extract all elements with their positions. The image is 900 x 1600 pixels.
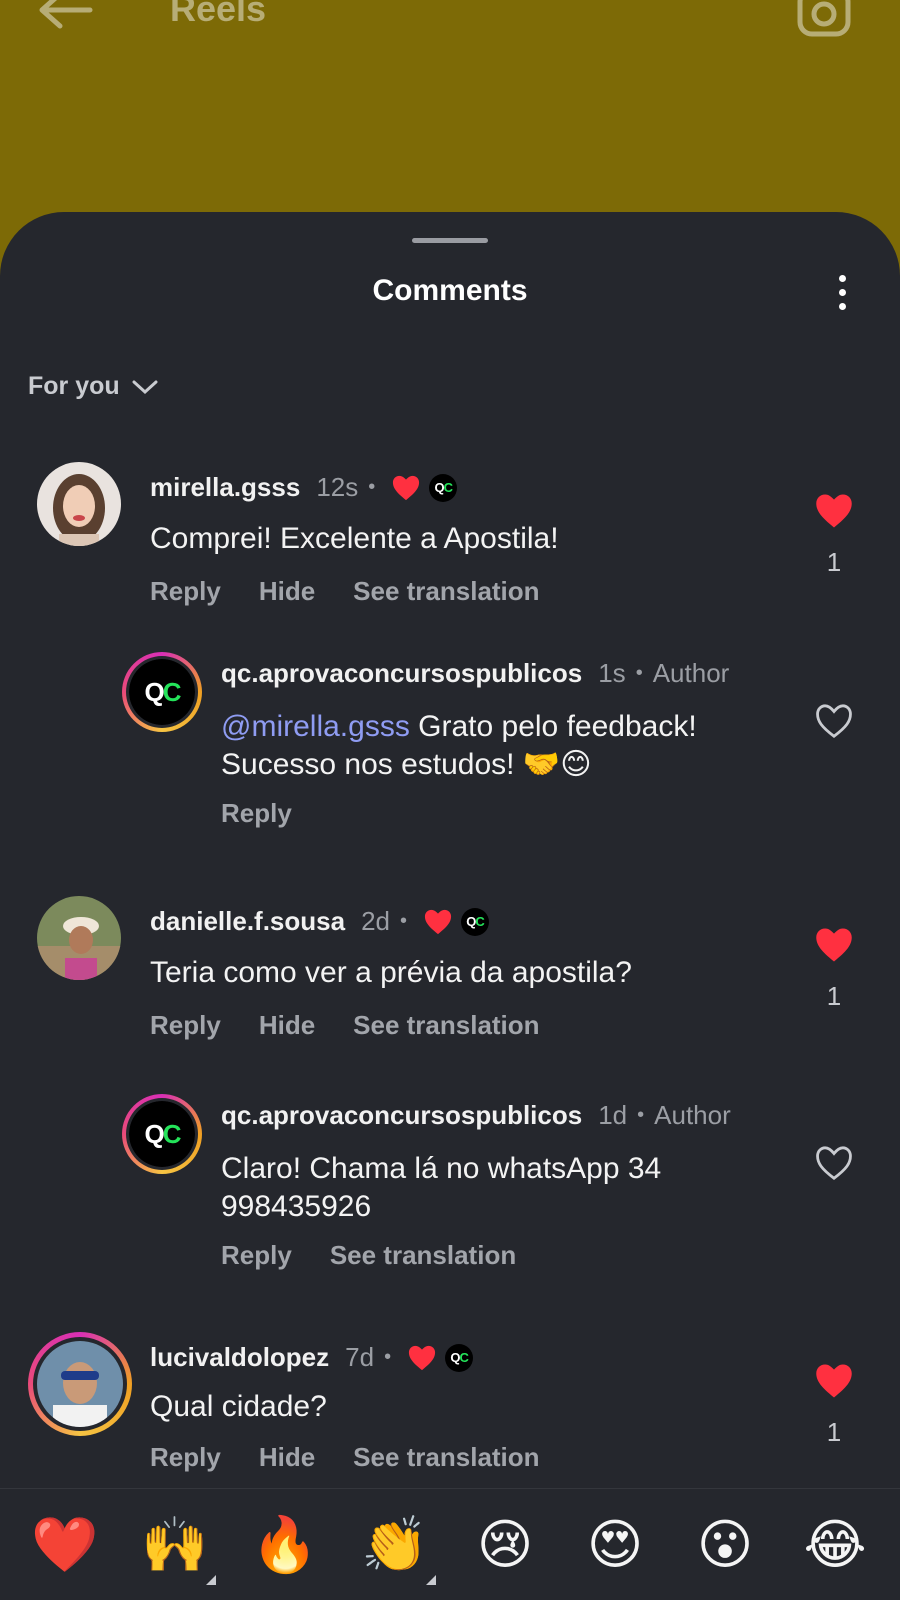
comment-time: 2d <box>361 906 390 936</box>
chevron-down-icon <box>132 380 158 394</box>
comment-username[interactable]: lucivaldolopez <box>150 1342 329 1373</box>
creator-avatar-icon: QC <box>429 473 458 502</box>
skin-tone-indicator <box>426 1574 436 1585</box>
reply-time: 1s <box>598 658 626 688</box>
drag-handle[interactable] <box>412 238 488 243</box>
like-count: 1 <box>826 1417 842 1447</box>
reply-button[interactable]: Reply <box>150 1442 221 1473</box>
mention-link[interactable]: @mirella.gsss <box>221 710 410 743</box>
avatar[interactable] <box>37 462 121 546</box>
separator-dot: • <box>637 1104 645 1126</box>
comment-text: Qual cidade? <box>150 1390 327 1423</box>
heart-filled-icon[interactable] <box>813 926 855 964</box>
separator-dot: • <box>368 476 376 498</box>
comments-sheet: Comments For you mirella.gsss 12s • QC C… <box>0 212 900 1600</box>
separator-dot: • <box>384 1346 392 1368</box>
reply-time: 1d <box>598 1100 628 1130</box>
emoji-heart[interactable]: ❤️ <box>20 1514 110 1575</box>
see-translation-button[interactable]: See translation <box>353 1442 539 1473</box>
back-arrow-icon[interactable] <box>34 0 94 30</box>
emoji-clapping[interactable]: 👏 <box>350 1514 440 1585</box>
comment-time: 12s <box>316 472 359 502</box>
heart-filled-icon[interactable] <box>813 1362 855 1400</box>
creator-liked-heart-icon <box>393 475 420 500</box>
heart-outline-icon[interactable] <box>813 702 855 740</box>
like-control[interactable]: 1 <box>806 926 862 1012</box>
like-control[interactable] <box>806 1144 862 1187</box>
reply-text: @mirella.gsss Grato pelo feedback! Suces… <box>221 710 697 781</box>
emoji-laughing[interactable]: 😂 <box>790 1514 880 1575</box>
like-control[interactable]: 1 <box>806 1362 862 1448</box>
separator-dot: • <box>400 910 408 932</box>
filter-dropdown[interactable]: For you <box>28 372 158 401</box>
creator-liked-heart-icon <box>424 909 452 934</box>
see-translation-button[interactable]: See translation <box>353 1010 539 1041</box>
see-translation-button[interactable]: See translation <box>330 1240 516 1271</box>
reels-header: Reels <box>0 0 900 60</box>
reply-username[interactable]: qc.aprovaconcursospublicos <box>221 658 582 689</box>
more-options-icon[interactable] <box>826 272 858 312</box>
comment-username[interactable]: danielle.f.sousa <box>150 906 345 937</box>
hide-button[interactable]: Hide <box>259 1010 315 1041</box>
sheet-title: Comments <box>372 274 528 307</box>
emoji-crying[interactable]: 😢 <box>460 1514 550 1575</box>
hide-button[interactable]: Hide <box>259 576 315 607</box>
emoji-raising-hands[interactable]: 🙌 <box>130 1514 220 1585</box>
emoji-fire[interactable]: 🔥 <box>240 1514 330 1575</box>
comment-text: Comprei! Excelente a Apostila! <box>150 522 559 555</box>
separator-dot: • <box>635 662 643 684</box>
skin-tone-indicator <box>206 1574 216 1585</box>
emoji-heart-eyes[interactable]: 😍 <box>570 1514 660 1575</box>
hide-button[interactable]: Hide <box>259 1442 315 1473</box>
reply-button[interactable]: Reply <box>150 576 221 607</box>
creator-liked-heart-icon <box>409 1345 436 1370</box>
reply-text: Claro! Chama lá no whatsApp 34 998435926 <box>221 1152 662 1223</box>
creator-avatar-icon: QC <box>445 1343 474 1372</box>
creator-avatar-icon: QC <box>461 907 490 936</box>
like-count: 1 <box>826 547 842 577</box>
like-control[interactable] <box>806 702 862 745</box>
heart-outline-icon[interactable] <box>813 1144 855 1182</box>
filter-label: For you <box>28 372 120 400</box>
like-count: 1 <box>826 981 842 1011</box>
reply-button[interactable]: Reply <box>150 1010 221 1041</box>
author-avatar[interactable]: QC <box>122 652 202 732</box>
comment-username[interactable]: mirella.gsss <box>150 472 300 503</box>
like-control[interactable]: 1 <box>806 492 862 578</box>
reply-button[interactable]: Reply <box>221 1240 292 1271</box>
heart-filled-icon[interactable] <box>813 492 855 530</box>
reply-button[interactable]: Reply <box>221 798 292 829</box>
avatar[interactable] <box>28 1332 132 1436</box>
author-badge: Author <box>654 1100 731 1130</box>
emoji-surprised[interactable]: 😮 <box>680 1514 770 1575</box>
reels-title: Reels <box>170 0 267 29</box>
see-translation-button[interactable]: See translation <box>353 576 539 607</box>
comment-time: 7d <box>345 1342 375 1372</box>
author-avatar[interactable]: QC <box>122 1094 202 1174</box>
author-badge: Author <box>652 658 730 688</box>
reply-username[interactable]: qc.aprovaconcursospublicos <box>221 1100 582 1131</box>
emoji-reaction-bar: ❤️ 🙌 🔥 👏 😢 😍 😮 😂 <box>0 1488 900 1600</box>
camera-icon[interactable] <box>796 0 852 38</box>
avatar[interactable] <box>37 896 121 980</box>
comment-text: Teria como ver a prévia da apostila? <box>150 956 632 989</box>
